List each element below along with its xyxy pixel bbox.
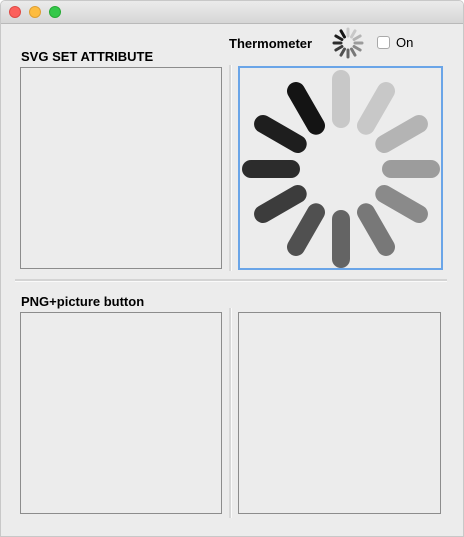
spinner-bar	[350, 29, 357, 39]
mini-spinner-icon	[332, 27, 364, 59]
spinner-bar	[375, 185, 428, 223]
spinner-bar	[357, 203, 395, 256]
spinner-bar	[339, 29, 346, 39]
horizontal-divider	[15, 279, 447, 282]
on-checkbox[interactable]	[377, 36, 390, 49]
thermometer-label: Thermometer	[229, 36, 313, 51]
vertical-divider-top	[229, 65, 232, 271]
spinner-bar	[287, 203, 325, 256]
spinner-bar	[352, 34, 362, 41]
svg-preview-left[interactable]	[20, 67, 222, 269]
svg-preview-right[interactable]	[238, 66, 443, 270]
close-button[interactable]	[9, 6, 21, 18]
spinner-bar	[350, 47, 357, 57]
spinner-bar	[352, 45, 362, 52]
spinner-bar	[339, 47, 346, 57]
png-section-title: PNG+picture button	[21, 294, 145, 309]
png-button-left[interactable]	[20, 312, 222, 514]
png-button-right[interactable]	[238, 312, 441, 514]
loading-spinner-icon	[242, 70, 440, 268]
spinner-bar	[375, 115, 428, 153]
spinner-bar	[254, 115, 307, 153]
app-window: SVG SET ATTRIBUTE Thermometer On PNG+pic…	[0, 0, 464, 537]
zoom-button[interactable]	[49, 6, 61, 18]
on-checkbox-label: On	[396, 35, 414, 50]
spinner-bar	[287, 82, 325, 135]
svg-section-title: SVG SET ATTRIBUTE	[21, 49, 154, 64]
title-bar	[1, 1, 463, 24]
spinner-bar	[334, 45, 344, 52]
spinner-bar	[254, 185, 307, 223]
vertical-divider-bottom	[229, 308, 232, 518]
spinner-bar	[357, 82, 395, 135]
spinner-bar	[334, 34, 344, 41]
minimize-button[interactable]	[29, 6, 41, 18]
